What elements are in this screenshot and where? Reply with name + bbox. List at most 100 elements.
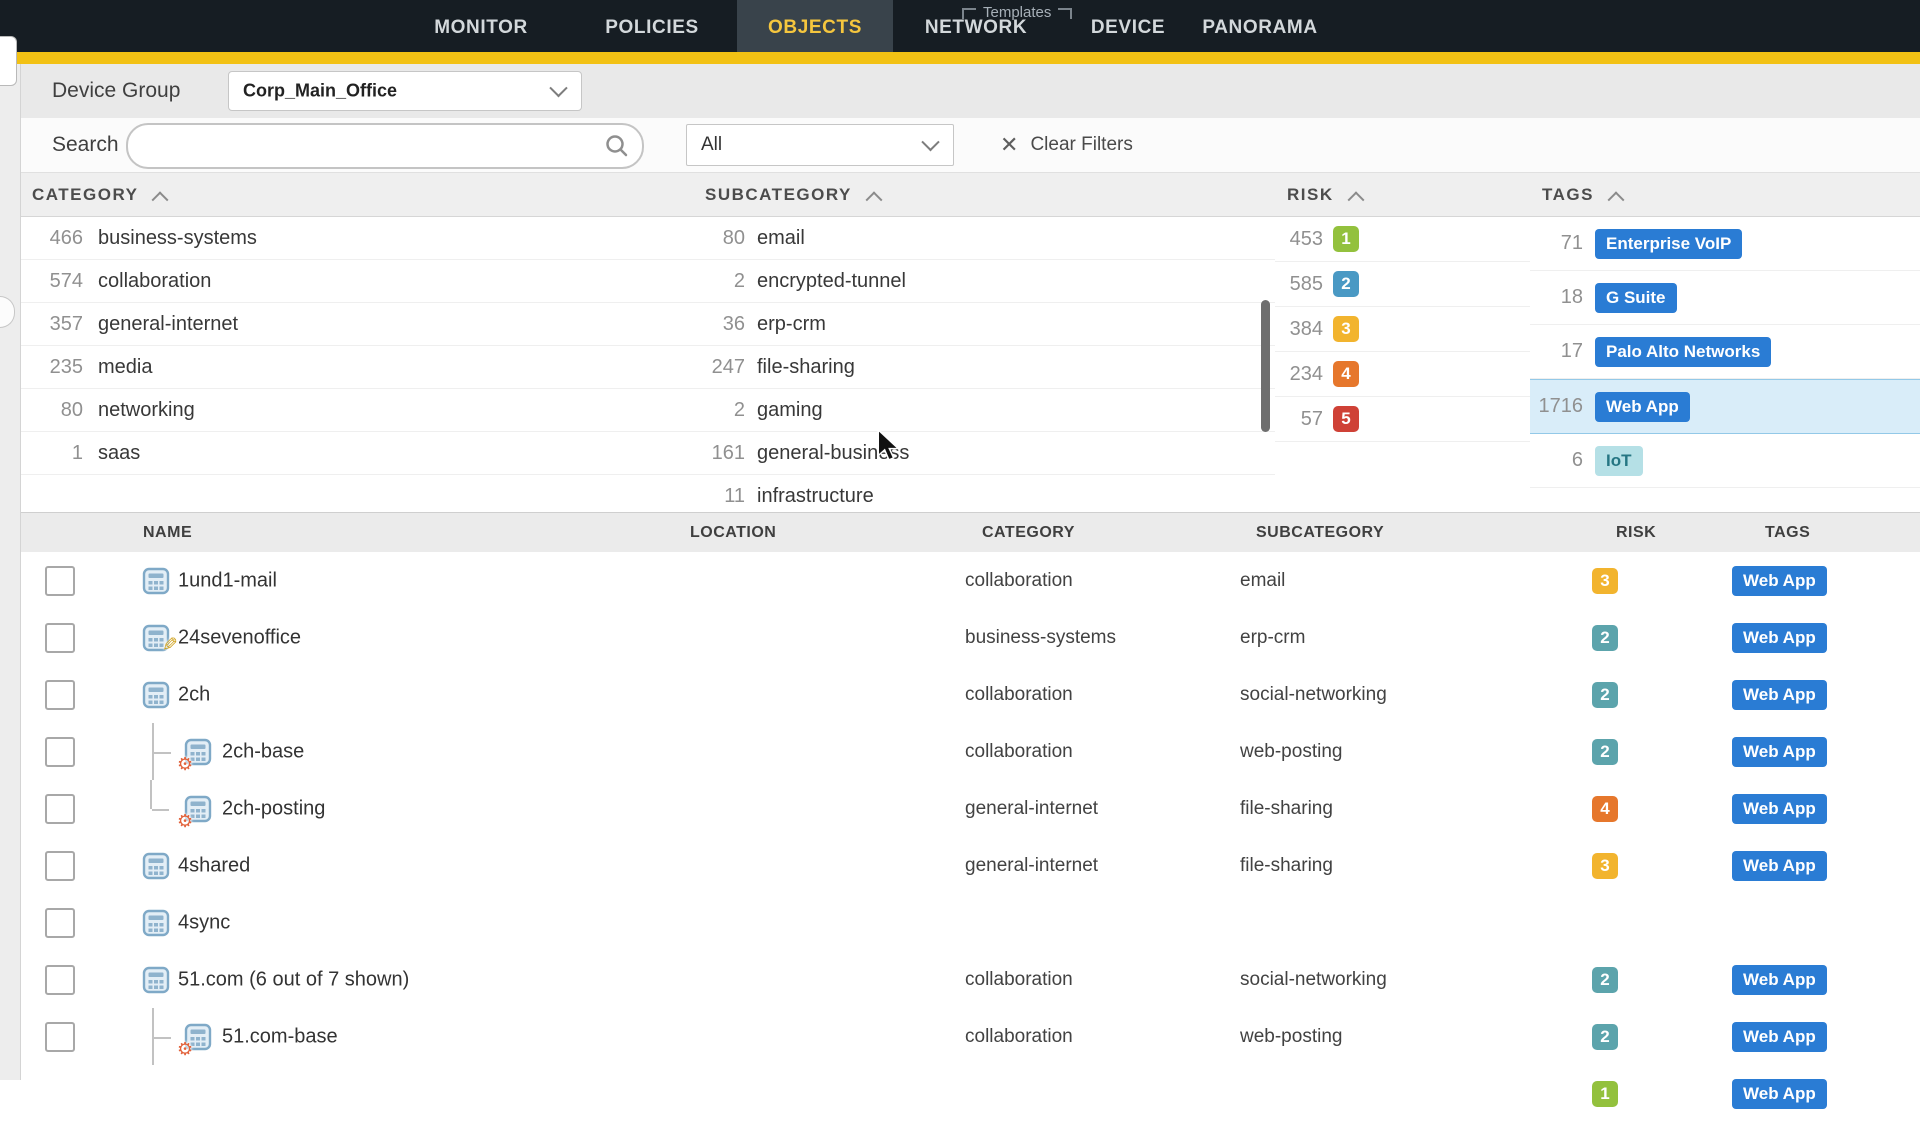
nav-tab-panorama[interactable]: PANORAMA <box>1202 17 1317 39</box>
collapse-caret-icon[interactable] <box>1607 191 1624 208</box>
row-checkbox[interactable] <box>45 680 75 710</box>
nav-tab-monitor[interactable]: MONITOR <box>434 17 528 39</box>
table-row[interactable]: ⚙2ch-basecollaborationweb-posting2Web Ap… <box>0 723 1920 780</box>
app-icon <box>142 852 170 880</box>
category-filter-item[interactable]: 466business-systems <box>20 217 693 260</box>
category-filter-header[interactable]: CATEGORY <box>20 172 693 217</box>
subcategory-filter-header[interactable]: SUBCATEGORY <box>693 172 1275 217</box>
row-checkbox[interactable] <box>45 1022 75 1052</box>
app-name-link[interactable]: 51.com-base <box>222 1025 338 1048</box>
tags-filter-item[interactable]: 1716Web App <box>1530 379 1920 434</box>
table-row[interactable]: ✎24sevenofficebusiness-systemserp-crm2We… <box>0 609 1920 666</box>
tags-filter-item[interactable]: 17Palo Alto Networks <box>1530 325 1920 379</box>
app-name-link[interactable]: 24sevenoffice <box>178 626 301 649</box>
subcategory-filter-item[interactable]: 36erp-crm <box>693 303 1275 346</box>
tag-chip: IoT <box>1595 446 1643 476</box>
table-row[interactable]: ⚙51.com-basecollaborationweb-posting2Web… <box>0 1008 1920 1065</box>
app-name-link[interactable]: 4shared <box>178 854 250 877</box>
row-risk: 4 <box>1592 796 1618 822</box>
risk-filter-item[interactable]: 4531 <box>1275 217 1530 262</box>
row-tags: Web App <box>1732 794 1827 824</box>
risk-filter-item[interactable]: 575 <box>1275 397 1530 442</box>
row-checkbox[interactable] <box>45 908 75 938</box>
clear-filters-label: Clear Filters <box>1030 134 1132 156</box>
row-checkbox[interactable] <box>45 851 75 881</box>
app-name-link[interactable]: 2ch <box>178 683 210 706</box>
nav-tab-objects[interactable]: OBJECTS <box>768 17 862 39</box>
risk-badge-1: 1 <box>1592 1081 1618 1107</box>
category-item-count: 466 <box>20 227 83 250</box>
filter-scope-select[interactable]: All <box>686 124 954 166</box>
risk-badge-1: 1 <box>1333 226 1359 252</box>
subcategory-filter-item[interactable]: 161general-business <box>693 432 1275 475</box>
table-row[interactable]: 1Web App <box>0 1065 1920 1122</box>
risk-filter-item[interactable]: 3843 <box>1275 307 1530 352</box>
category-filter-item[interactable]: 1saas <box>20 432 693 475</box>
clear-filters-button[interactable]: ✕ Clear Filters <box>1000 118 1133 172</box>
row-checkbox[interactable] <box>45 737 75 767</box>
row-checkbox[interactable] <box>45 566 75 596</box>
subcategory-scrollbar-thumb[interactable] <box>1261 300 1270 432</box>
app-name-link[interactable]: 2ch-posting <box>222 797 325 820</box>
app-name-link[interactable]: 2ch-base <box>222 740 304 763</box>
row-subcategory: file-sharing <box>1240 855 1333 877</box>
app-name-link[interactable]: 4sync <box>178 911 230 934</box>
column-header-tags[interactable]: TAGS <box>1765 513 1810 553</box>
table-row[interactable]: 4sync <box>0 894 1920 951</box>
column-header-category[interactable]: CATEGORY <box>982 513 1075 553</box>
tags-filter-item[interactable]: 71Enterprise VoIP <box>1530 217 1920 271</box>
table-row[interactable]: 1und1-mailcollaborationemail3Web App <box>0 552 1920 609</box>
row-risk: 1 <box>1592 1081 1618 1107</box>
collapse-caret-icon[interactable] <box>152 191 169 208</box>
nav-tab-policies[interactable]: POLICIES <box>605 17 698 39</box>
row-subcategory: file-sharing <box>1240 798 1333 820</box>
table-row[interactable]: 2chcollaborationsocial-networking2Web Ap… <box>0 666 1920 723</box>
table-header: NAME LOCATION CATEGORY SUBCATEGORY RISK … <box>0 512 1920 554</box>
accent-bar <box>0 52 1920 64</box>
app-name-link[interactable]: 51.com (6 out of 7 shown) <box>178 968 409 991</box>
risk-badge-2: 2 <box>1592 625 1618 651</box>
tags-filter-header[interactable]: TAGS <box>1530 172 1920 217</box>
table-row[interactable]: 4sharedgeneral-internetfile-sharing3Web … <box>0 837 1920 894</box>
tags-filter-item[interactable]: 6IoT <box>1530 434 1920 488</box>
device-group-select[interactable]: Corp_Main_Office <box>228 71 582 111</box>
risk-filter-item[interactable]: 5852 <box>1275 262 1530 307</box>
collapse-caret-icon[interactable] <box>865 191 882 208</box>
subcategory-filter-item[interactable]: 247file-sharing <box>693 346 1275 389</box>
tag-chip: Web App <box>1732 965 1827 995</box>
row-risk: 3 <box>1592 568 1618 594</box>
table-row[interactable]: 51.com (6 out of 7 shown)collaborationso… <box>0 951 1920 1008</box>
category-filter-item[interactable]: 235media <box>20 346 693 389</box>
column-header-subcategory[interactable]: SUBCATEGORY <box>1256 513 1384 553</box>
row-checkbox[interactable] <box>45 965 75 995</box>
subcategory-item-count: 80 <box>693 227 745 250</box>
risk-item-count: 234 <box>1275 363 1323 386</box>
row-tags: Web App <box>1732 1022 1827 1052</box>
subcategory-filter-item[interactable]: 2gaming <box>693 389 1275 432</box>
risk-filter-item[interactable]: 2344 <box>1275 352 1530 397</box>
column-header-risk[interactable]: RISK <box>1616 513 1656 553</box>
row-category: collaboration <box>965 741 1073 763</box>
subcategory-item-label: gaming <box>757 399 823 422</box>
row-checkbox[interactable] <box>45 794 75 824</box>
category-filter-item[interactable]: 574collaboration <box>20 260 693 303</box>
risk-filter-header[interactable]: RISK <box>1275 172 1530 217</box>
column-header-location[interactable]: LOCATION <box>690 513 776 553</box>
left-panel-edge <box>0 36 17 86</box>
category-filter-item[interactable]: 80networking <box>20 389 693 432</box>
search-input[interactable] <box>146 128 580 162</box>
row-tags: Web App <box>1732 680 1827 710</box>
app-name-link[interactable]: 1und1-mail <box>178 569 277 592</box>
subcategory-item-label: encrypted-tunnel <box>757 270 906 293</box>
column-header-name[interactable]: NAME <box>143 513 192 553</box>
search-field[interactable] <box>126 123 644 169</box>
row-category: general-internet <box>965 855 1098 877</box>
collapse-caret-icon[interactable] <box>1347 191 1364 208</box>
tags-filter-panel: TAGS 71Enterprise VoIP18G Suite17Palo Al… <box>1530 172 1920 512</box>
subcategory-filter-item[interactable]: 2encrypted-tunnel <box>693 260 1275 303</box>
table-row[interactable]: ⚙2ch-postinggeneral-internetfile-sharing… <box>0 780 1920 837</box>
tags-filter-item[interactable]: 18G Suite <box>1530 271 1920 325</box>
row-checkbox[interactable] <box>45 623 75 653</box>
subcategory-filter-item[interactable]: 80email <box>693 217 1275 260</box>
category-filter-item[interactable]: 357general-internet <box>20 303 693 346</box>
